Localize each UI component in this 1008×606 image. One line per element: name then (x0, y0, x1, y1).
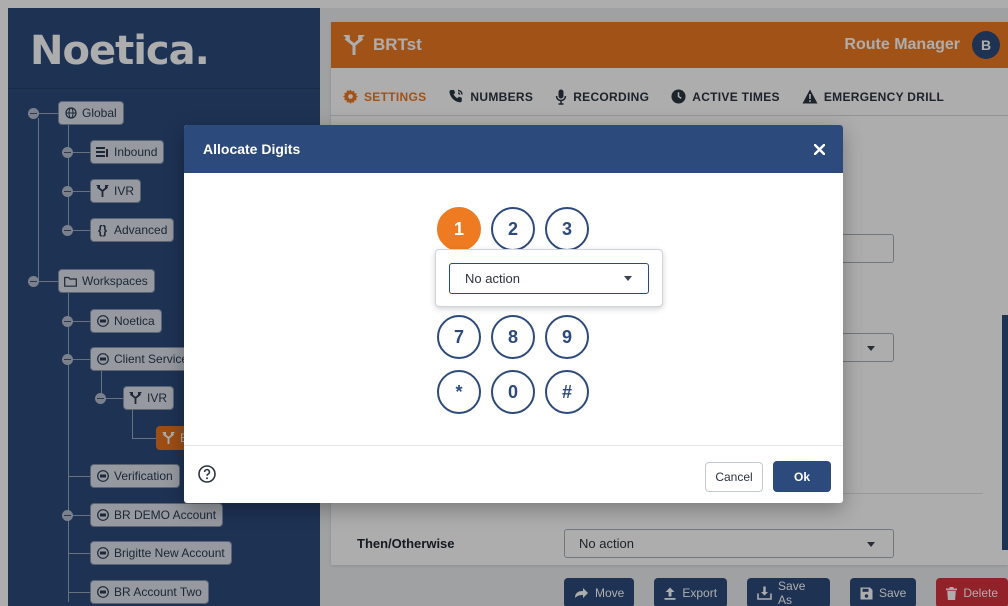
select-value: No action (465, 271, 520, 286)
close-icon[interactable] (811, 141, 827, 157)
help-icon[interactable] (198, 465, 216, 483)
digit-key-7[interactable]: 7 (437, 315, 481, 359)
digit-action-popover: No action (435, 249, 663, 307)
digit-key-9[interactable]: 9 (545, 315, 589, 359)
cancel-button[interactable]: Cancel (705, 462, 763, 492)
dialog-title: Allocate Digits (203, 141, 301, 157)
digit-key-8[interactable]: 8 (491, 315, 535, 359)
ok-button[interactable]: Ok (773, 461, 831, 492)
digit-key-3[interactable]: 3 (545, 207, 589, 251)
dialog-footer-divider (184, 445, 843, 446)
digit-key-hash[interactable]: # (545, 370, 589, 414)
dialog-header: Allocate Digits (184, 125, 843, 173)
digit-key-2[interactable]: 2 (491, 207, 535, 251)
allocate-digits-dialog: Allocate Digits 1 2 3 7 8 9 * 0 # No act… (184, 125, 843, 503)
digit-key-star[interactable]: * (437, 370, 481, 414)
digit-key-0[interactable]: 0 (491, 370, 535, 414)
digit-action-select[interactable]: No action (449, 263, 649, 294)
digit-key-1[interactable]: 1 (437, 207, 481, 251)
chevron-down-icon (624, 276, 632, 281)
